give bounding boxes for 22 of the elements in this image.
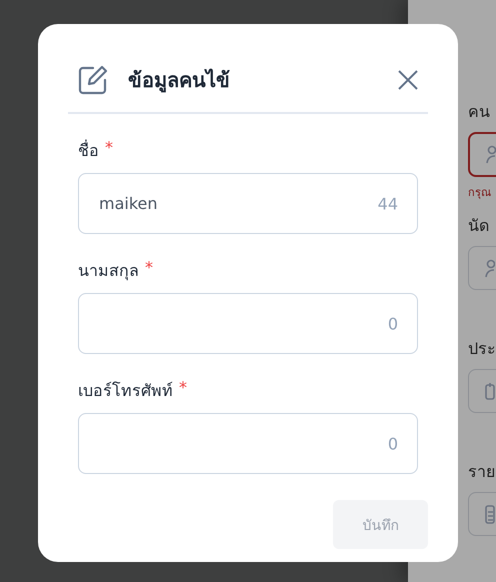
dialog-title: ข้อมูลคนไข้ (128, 67, 231, 94)
error-message: กรุณ (468, 184, 492, 201)
field-label: คน (468, 101, 491, 123)
character-counter: 0 (388, 434, 398, 453)
document-icon (485, 504, 495, 524)
close-icon (398, 70, 418, 90)
required-mark: * (105, 138, 113, 157)
calendar-icon (485, 380, 495, 401)
field-label: นามสกุล (78, 260, 139, 282)
person-icon (485, 258, 495, 278)
required-mark: * (145, 258, 153, 277)
character-counter: 44 (378, 194, 398, 213)
field-label: ราย (468, 460, 496, 483)
field-label: นัด (468, 214, 490, 237)
character-counter: 0 (388, 314, 398, 333)
field-label: ประ (468, 338, 496, 360)
field-label: ชื่อ (78, 138, 99, 162)
close-button[interactable] (398, 70, 418, 90)
field-label: เบอร์โทรศัพท์ (78, 380, 173, 402)
required-mark: * (179, 378, 187, 397)
person-icon (486, 144, 496, 164)
edit-icon (78, 65, 108, 95)
